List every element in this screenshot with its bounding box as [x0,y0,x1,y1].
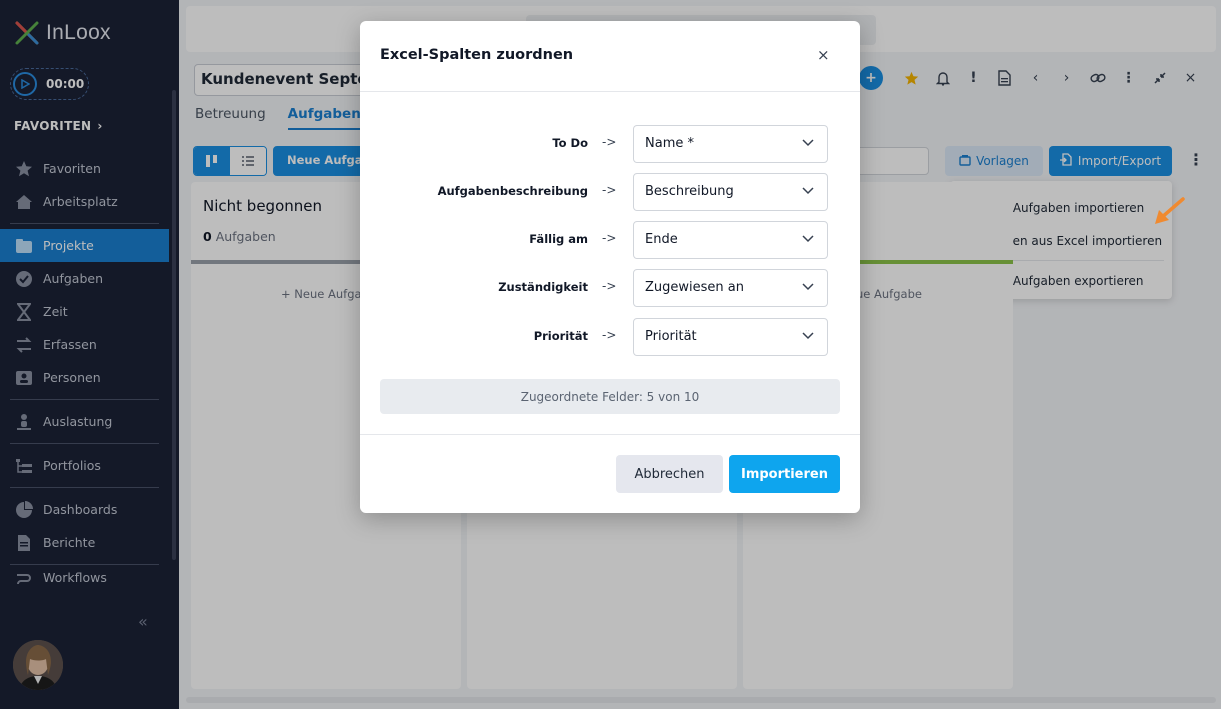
excel-mapping-dialog: Excel-Spalten zuordnen × To Do -> Name *… [360,21,860,513]
mapping-field-label: Priorität [533,329,588,343]
mapping-select-value: Zugewiesen an [645,280,744,295]
mapping-field-label: Aufgabenbeschreibung [437,184,588,198]
mapping-arrow: -> [602,183,617,197]
mapped-fields-summary: Zugeordnete Felder: 5 von 10 [380,379,840,414]
mapping-column-select[interactable]: Zugewiesen an [633,269,828,307]
mapping-field-label: Fällig am [529,232,588,246]
mapping-field-label: To Do [552,136,588,150]
mapping-arrow: -> [602,231,617,245]
mapping-column-select[interactable]: Beschreibung [633,173,828,211]
mapping-column-select[interactable]: Priorität [633,318,828,356]
chevron-down-icon [802,332,814,340]
dialog-divider [360,434,860,435]
annotation-arrow-icon [1155,197,1185,224]
mapping-arrow: -> [602,328,617,342]
cancel-button[interactable]: Abbrechen [616,455,723,493]
mapping-row: To Do -> Name * [360,125,860,163]
mapping-row: Priorität -> Priorität [360,318,860,356]
mapping-select-value: Name * [645,136,694,151]
mapping-arrow: -> [602,135,617,149]
close-icon[interactable]: × [817,46,830,64]
chevron-down-icon [802,283,814,291]
mapping-row: Fällig am -> Ende [360,221,860,259]
mapping-column-select[interactable]: Ende [633,221,828,259]
mapping-row: Aufgabenbeschreibung -> Beschreibung [360,173,860,211]
mapping-column-select[interactable]: Name * [633,125,828,163]
mapping-arrow: -> [602,279,617,293]
mapping-select-value: Beschreibung [645,184,734,199]
mapping-row: Zuständigkeit -> Zugewiesen an [360,269,860,307]
dialog-title: Excel-Spalten zuordnen [380,47,574,63]
dialog-divider [360,91,860,92]
mapping-field-label: Zuständigkeit [498,280,588,294]
import-button[interactable]: Importieren [729,455,840,493]
mapping-select-value: Priorität [645,329,697,344]
mapping-select-value: Ende [645,232,678,247]
chevron-down-icon [802,139,814,147]
chevron-down-icon [802,235,814,243]
chevron-down-icon [802,187,814,195]
